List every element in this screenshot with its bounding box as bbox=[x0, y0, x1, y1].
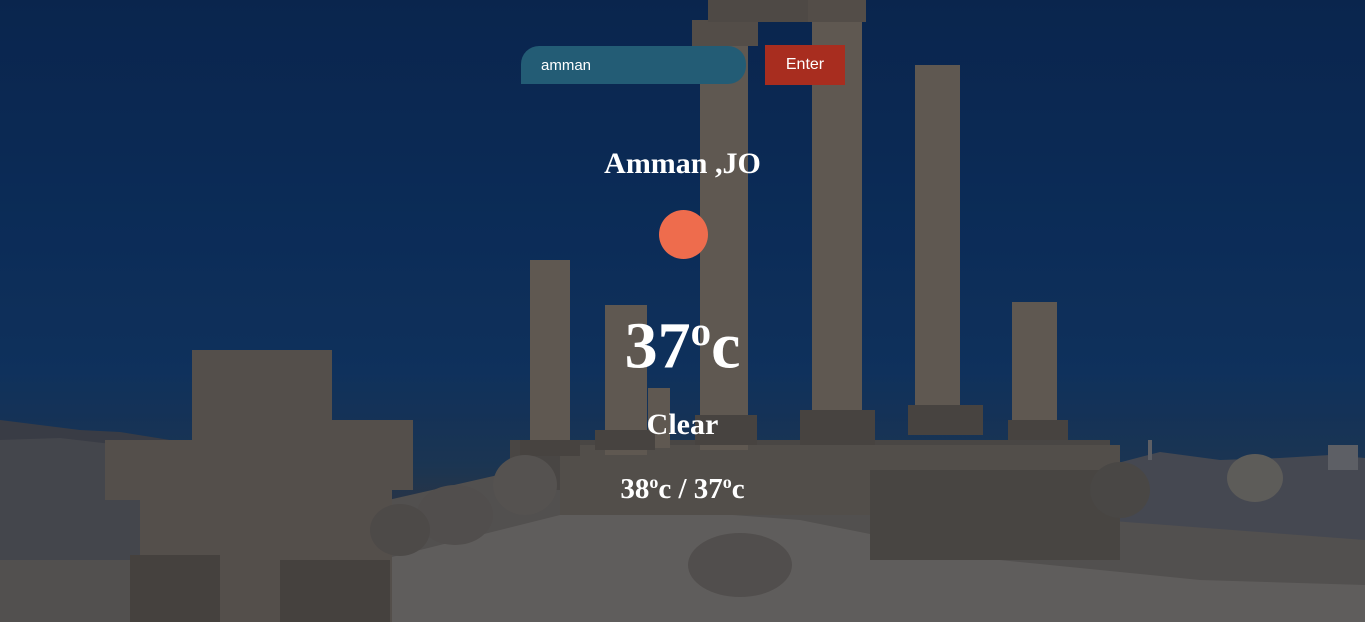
temperature-unit: c bbox=[711, 309, 741, 383]
temperature-value: 37 bbox=[624, 309, 691, 383]
enter-button[interactable]: Enter bbox=[765, 45, 845, 85]
low-unit: c bbox=[731, 472, 745, 505]
city-name: Amman ,JO bbox=[604, 147, 761, 180]
high-unit: c bbox=[658, 472, 672, 505]
sun-icon bbox=[659, 210, 708, 259]
low-temperature: 37 bbox=[693, 472, 723, 505]
range-separator: / bbox=[671, 472, 694, 505]
high-temperature: 38 bbox=[620, 472, 650, 505]
current-temperature: 37oc bbox=[0, 308, 1365, 385]
weather-app: Enter Amman ,JO 37oc Clear 38oc / 37oc bbox=[0, 0, 1365, 622]
low-degree-symbol: o bbox=[722, 472, 732, 492]
degree-symbol: o bbox=[690, 309, 712, 354]
temperature-range: 38oc / 37oc bbox=[0, 472, 1365, 506]
high-degree-symbol: o bbox=[649, 472, 659, 492]
weather-condition: Clear bbox=[646, 408, 719, 441]
search-bar: Enter bbox=[521, 45, 845, 85]
city-search-input[interactable] bbox=[521, 46, 746, 84]
